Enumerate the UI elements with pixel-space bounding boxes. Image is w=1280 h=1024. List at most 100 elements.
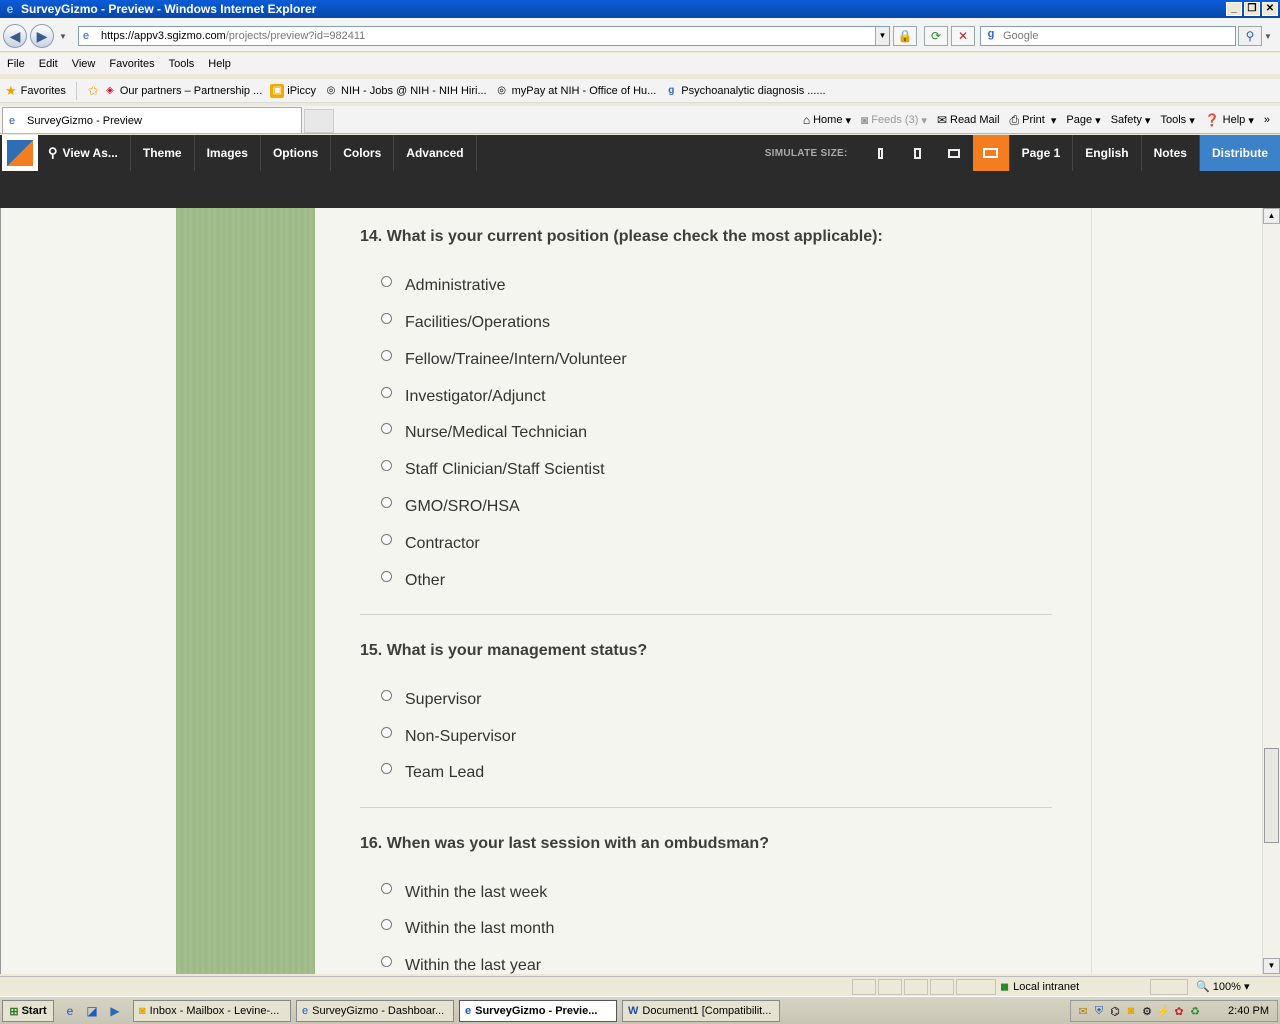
favorites-star-icon[interactable]: ★ [5,83,17,99]
favorite-link-mypay[interactable]: ◎ myPay at NIH - Office of Hu... [495,84,656,98]
radio-button[interactable] [381,312,392,324]
colors-button[interactable]: Colors [331,135,395,171]
tools-menu[interactable]: Tools ▾ [1160,114,1194,127]
radio-button[interactable] [381,422,392,434]
radio-option[interactable]: Non-Supervisor [381,726,516,746]
radio-button[interactable] [381,533,392,545]
clock[interactable]: 2:40 PM [1228,1005,1269,1017]
menu-view[interactable]: View [65,58,103,70]
stop-button[interactable]: ✕ [951,26,975,46]
view-as-button[interactable]: ⚲ View As... [38,135,131,171]
taskbar-button-dashboard[interactable]: e SurveyGizmo - Dashboar... [296,1000,454,1022]
recent-pages-dropdown-icon[interactable]: ▼ [59,32,67,41]
small-phone-size-icon[interactable] [862,135,899,171]
favorite-link-psychoanalytic[interactable]: g Psychoanalytic diagnosis ...... [664,84,825,98]
radio-button[interactable] [381,955,392,967]
radio-button[interactable] [381,762,392,774]
page-menu[interactable]: Page ▾ [1066,114,1100,127]
favorites-button[interactable]: Favorites [21,85,66,97]
media-player-quicklaunch-icon[interactable]: ▶ [107,1003,123,1019]
print-button[interactable]: ⎙ Print ▾ [1010,113,1057,128]
lock-icon[interactable]: 🔒 [893,26,917,46]
new-tab-button[interactable] [304,109,334,133]
radio-option[interactable]: Supervisor [381,689,481,709]
restore-button[interactable]: ❐ [1244,2,1260,16]
update-icon[interactable]: ♻ [1187,1005,1203,1018]
refresh-button[interactable]: ⟳ [924,26,948,46]
feeds-button[interactable]: ◙ Feeds (3) ▾ [861,113,927,127]
network-icon[interactable]: ⌬ [1107,1005,1123,1018]
tablet-size-icon[interactable] [936,135,973,171]
radio-button[interactable] [381,882,392,894]
distribute-button[interactable]: Distribute [1199,135,1280,171]
address-dropdown-icon[interactable]: ▼ [875,27,889,45]
theme-button[interactable]: Theme [131,135,195,171]
options-button[interactable]: Options [261,135,332,171]
radio-button[interactable] [381,726,392,738]
security-zone[interactable]: ◼ Local intranet [1000,980,1079,994]
radio-option[interactable]: Team Lead [381,762,484,782]
search-input[interactable]: g Google [980,26,1236,46]
radio-option[interactable]: Administrative [381,275,505,295]
radio-button[interactable] [381,689,392,701]
menu-tools[interactable]: Tools [162,58,202,70]
start-button[interactable]: ⊞ Start [2,1000,54,1022]
scroll-down-arrow-icon[interactable]: ▼ [1263,958,1280,974]
minimize-button[interactable]: _ [1226,2,1242,16]
security-tray-icon[interactable]: ⚙ [1139,1005,1155,1018]
radio-button[interactable] [381,275,392,287]
home-button[interactable]: ⌂ Home ▾ [803,113,851,127]
scroll-up-arrow-icon[interactable]: ▲ [1263,208,1280,224]
tab-surveygizmo-preview[interactable]: e SurveyGizmo - Preview [2,107,302,133]
search-options-dropdown-icon[interactable]: ▼ [1264,32,1272,41]
radio-option[interactable]: Contractor [381,533,480,553]
favorite-link-nih-jobs[interactable]: ◎ NIH - Jobs @ NIH - NIH Hiri... [324,84,487,98]
back-button[interactable]: ◀ [3,24,27,48]
menu-help[interactable]: Help [201,58,238,70]
menu-edit[interactable]: Edit [32,58,65,70]
ie-quicklaunch-icon[interactable]: e [62,1003,78,1019]
menu-favorites[interactable]: Favorites [102,58,161,70]
images-button[interactable]: Images [195,135,261,171]
taskbar-button-inbox[interactable]: ◙ Inbox - Mailbox - Levine-... [133,1000,291,1022]
language-selector[interactable]: English [1073,135,1142,171]
radio-button[interactable] [381,570,392,582]
page-selector[interactable]: Page 1 [1010,135,1074,171]
address-bar[interactable]: e https://appv3.sgizmo.com /projects/pre… [78,26,890,46]
desktop-size-icon[interactable] [972,135,1010,171]
mail-tray-icon[interactable]: ✉ [1075,1005,1091,1018]
radio-option[interactable]: Other [381,570,445,590]
scroll-thumb[interactable] [1264,748,1279,843]
radio-option[interactable]: Within the last week [381,882,547,902]
read-mail-button[interactable]: ✉ Read Mail [937,113,1000,127]
radio-option[interactable]: GMO/SRO/HSA [381,496,520,516]
radio-option[interactable]: Staff Clinician/Staff Scientist [381,459,605,479]
radio-option[interactable]: Investigator/Adjunct [381,386,546,406]
wireless-icon[interactable]: ⚡ [1155,1005,1171,1018]
favorite-link-partners[interactable]: ◈ Our partners – Partnership ... [103,84,262,98]
taskbar-button-document[interactable]: W Document1 [Compatibilit... [622,1000,780,1022]
radio-option[interactable]: Within the last month [381,918,554,938]
menu-file[interactable]: File [0,58,32,70]
favorite-link-ipiccy[interactable]: ▣ iPiccy [270,83,316,98]
antivirus-icon[interactable]: ✿ [1171,1005,1187,1018]
radio-button[interactable] [381,496,392,508]
shield-icon[interactable]: ⛨ [1091,1005,1107,1018]
radio-option[interactable]: Nurse/Medical Technician [381,422,587,442]
phone-size-icon[interactable] [899,135,936,171]
notes-button[interactable]: Notes [1142,135,1200,171]
radio-option[interactable]: Facilities/Operations [381,312,550,332]
surveygizmo-logo[interactable] [2,135,38,171]
protected-mode-icon[interactable] [1150,979,1188,995]
close-button[interactable]: ✕ [1262,2,1278,16]
vertical-scrollbar[interactable]: ▲ ▼ [1262,208,1280,974]
search-icon[interactable]: ⚲ [1238,26,1262,46]
safety-menu[interactable]: Safety ▾ [1111,114,1151,127]
radio-button[interactable] [381,459,392,471]
taskbar-button-preview[interactable]: e SurveyGizmo - Previe... [459,1000,617,1022]
forward-button[interactable]: ▶ [30,24,54,48]
add-favorite-icon[interactable]: ✩ [88,83,99,99]
radio-option[interactable]: Fellow/Trainee/Intern/Volunteer [381,349,627,369]
radio-option[interactable]: Within the last year [381,955,541,974]
zoom-level[interactable]: 🔍 100% ▾ [1196,980,1249,993]
